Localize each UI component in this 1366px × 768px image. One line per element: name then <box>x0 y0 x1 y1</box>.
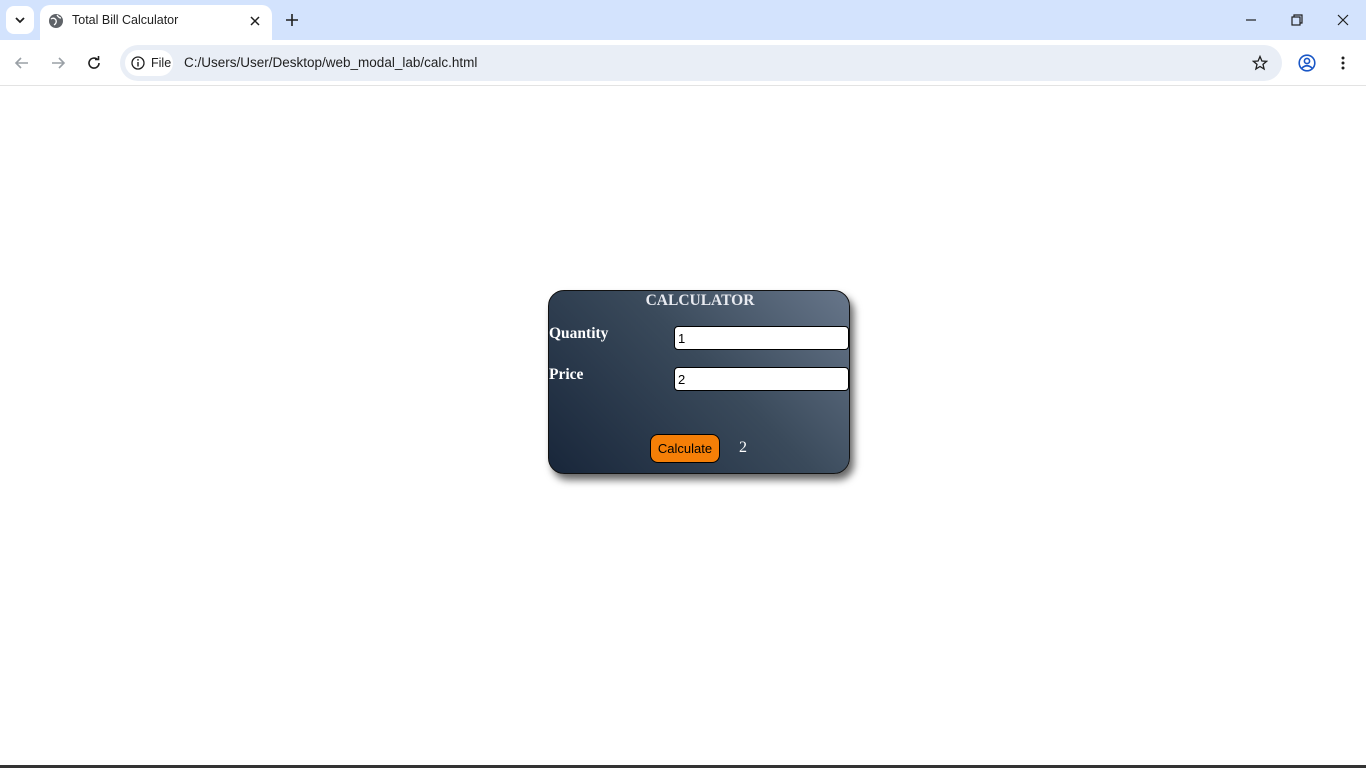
tab-close-button[interactable] <box>246 12 264 30</box>
arrow-right-icon <box>52 57 66 69</box>
active-tab[interactable]: Total Bill Calculator <box>40 5 272 40</box>
back-button[interactable] <box>6 47 38 79</box>
profile-button[interactable] <box>1291 47 1323 79</box>
price-label: Price <box>549 366 584 383</box>
price-input[interactable] <box>674 367 849 391</box>
menu-button[interactable] <box>1327 47 1359 79</box>
reload-icon <box>88 56 100 69</box>
quantity-label: Quantity <box>549 325 609 342</box>
tab-title: Total Bill Calculator <box>72 13 179 27</box>
close-window-button[interactable] <box>1320 0 1366 40</box>
new-tab-button[interactable] <box>280 8 304 32</box>
minimize-button[interactable] <box>1228 0 1274 40</box>
close-icon <box>250 16 260 26</box>
address-bar[interactable]: File C:/Users/User/Desktop/web_modal_lab… <box>120 45 1282 81</box>
more-vert-icon <box>1341 56 1345 70</box>
restore-icon <box>1291 14 1303 26</box>
minimize-icon <box>1246 19 1256 21</box>
quantity-input[interactable] <box>674 326 849 350</box>
chevron-down-icon <box>15 17 25 24</box>
result-value: 2 <box>739 439 747 456</box>
close-icon <box>1337 14 1349 26</box>
tab-strip: Total Bill Calculator <box>0 0 1366 40</box>
site-info-chip[interactable]: File <box>125 50 173 76</box>
globe-icon <box>49 14 63 28</box>
site-chip-label: File <box>151 56 172 70</box>
restore-button[interactable] <box>1274 0 1320 40</box>
url-text[interactable]: C:/Users/User/Desktop/web_modal_lab/calc… <box>184 55 477 70</box>
calculate-button[interactable]: Calculate <box>650 434 720 463</box>
profile-icon <box>1298 54 1316 72</box>
tab-search-button[interactable] <box>6 6 34 34</box>
info-icon <box>131 56 145 70</box>
calculator-title: CALCULATOR <box>645 292 755 309</box>
star-icon <box>1252 55 1268 71</box>
browser-toolbar: File C:/Users/User/Desktop/web_modal_lab… <box>0 40 1366 86</box>
bookmark-button[interactable] <box>1248 51 1272 75</box>
forward-button[interactable] <box>42 47 74 79</box>
calculator-card: CALCULATOR Quantity Price Calculate 2 <box>548 290 850 474</box>
arrow-left-icon <box>14 57 28 69</box>
plus-icon <box>286 14 298 26</box>
reload-button[interactable] <box>78 47 110 79</box>
